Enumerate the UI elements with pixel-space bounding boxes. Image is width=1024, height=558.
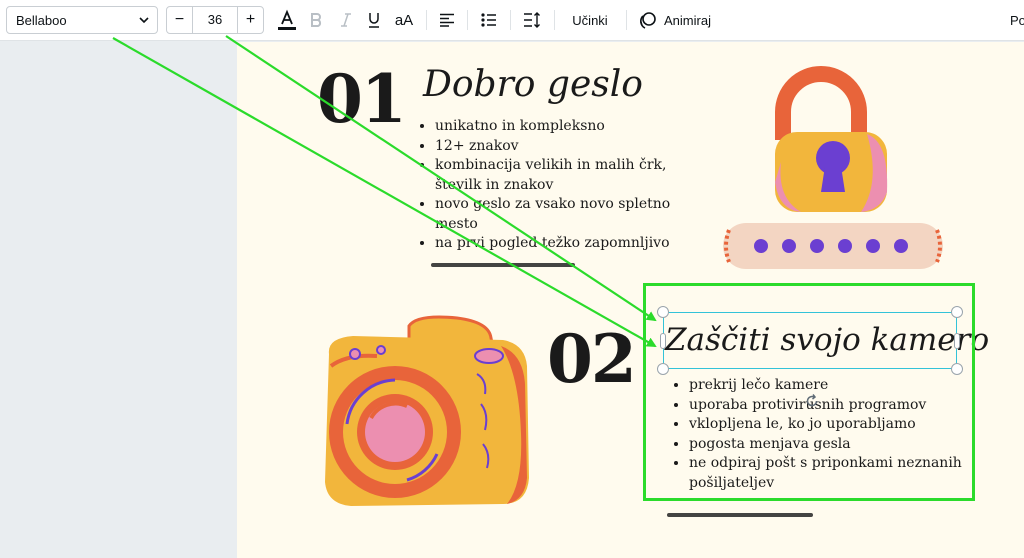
- font-size-input[interactable]: 36: [193, 7, 237, 33]
- list-item: pogosta menjava gesla: [689, 435, 969, 455]
- resize-handle-left[interactable]: [660, 333, 666, 349]
- toolbar-divider: [510, 10, 511, 30]
- list-item: prekrij lečo kamere: [689, 376, 969, 396]
- section-number-01[interactable]: 01: [317, 60, 407, 138]
- brush-stroke-divider: [431, 263, 575, 267]
- underline-icon: [369, 13, 379, 28]
- letter-case-label: aA: [394, 11, 414, 29]
- italic-button[interactable]: [336, 6, 356, 34]
- resize-handle-bottom-right[interactable]: [951, 363, 963, 375]
- effects-button[interactable]: Učinki: [564, 6, 616, 34]
- text-toolbar: Bellaboo − 36 + aA Učinki Animiraj Po: [0, 0, 1024, 41]
- chevron-down-icon: [139, 17, 149, 24]
- effects-label: Učinki: [572, 12, 608, 28]
- toolbar-divider: [626, 10, 627, 30]
- text-color-button[interactable]: [276, 6, 298, 34]
- position-button[interactable]: Po: [1010, 6, 1024, 34]
- underline-button[interactable]: [364, 6, 384, 34]
- bold-icon: [311, 13, 322, 27]
- animate-button[interactable]: Animiraj: [638, 6, 722, 34]
- increase-font-size-button[interactable]: +: [237, 7, 263, 33]
- position-label: Po: [1010, 12, 1024, 28]
- list-item: na prvi pogled težko zapomnljivo: [435, 234, 685, 254]
- animate-icon: [640, 12, 656, 29]
- font-size-stepper: − 36 +: [166, 6, 264, 34]
- list-item: uporaba protivirusnih programov: [689, 396, 969, 416]
- toolbar-divider: [554, 10, 555, 30]
- list-item: vklopljena le, ko jo uporabljamo: [689, 415, 969, 435]
- bullet-list-icon: [481, 13, 496, 27]
- bold-button[interactable]: [306, 6, 326, 34]
- text-color-icon: [278, 9, 296, 30]
- selection-frame[interactable]: [663, 312, 957, 369]
- animate-label: Animiraj: [664, 12, 711, 28]
- design-page[interactable]: 01 Dobro geslo unikatno in kompleksno 12…: [237, 42, 1024, 558]
- section-title-password[interactable]: Dobro geslo: [423, 64, 643, 105]
- font-family-dropdown[interactable]: Bellaboo: [6, 6, 158, 34]
- resize-handle-bottom-left[interactable]: [657, 363, 669, 375]
- toolbar-divider: [467, 10, 468, 30]
- rotate-icon[interactable]: [804, 393, 820, 409]
- list-item: ne odpiraj pošt s priponkami neznanih po…: [689, 454, 969, 493]
- list-item: unikatno in kompleksno: [435, 117, 685, 137]
- letter-case-button[interactable]: aA: [392, 6, 416, 34]
- section-number-02[interactable]: 02: [547, 320, 637, 398]
- padlock-illustration[interactable]: [721, 62, 945, 272]
- resize-handle-right[interactable]: [954, 333, 960, 349]
- spacing-button[interactable]: [520, 6, 544, 34]
- toolbar-divider: [426, 10, 427, 30]
- password-bullet-list[interactable]: unikatno in kompleksno 12+ znakov kombin…: [415, 117, 685, 254]
- italic-icon: [341, 13, 351, 27]
- brush-stroke-divider: [667, 513, 813, 517]
- line-spacing-icon: [524, 12, 540, 28]
- decrease-font-size-button[interactable]: −: [167, 7, 193, 33]
- resize-handle-top-right[interactable]: [951, 306, 963, 318]
- list-item: novo geslo za vsako novo spletno mesto: [435, 195, 685, 234]
- font-family-value: Bellaboo: [16, 13, 67, 28]
- align-left-button[interactable]: [436, 6, 458, 34]
- camera-illustration[interactable]: [317, 314, 531, 514]
- resize-handle-top-left[interactable]: [657, 306, 669, 318]
- list-item: kombinacija velikih in malih črk, števil…: [435, 156, 685, 195]
- bullet-list-button[interactable]: [478, 6, 500, 34]
- list-item: 12+ znakov: [435, 137, 685, 157]
- align-left-icon: [440, 13, 454, 27]
